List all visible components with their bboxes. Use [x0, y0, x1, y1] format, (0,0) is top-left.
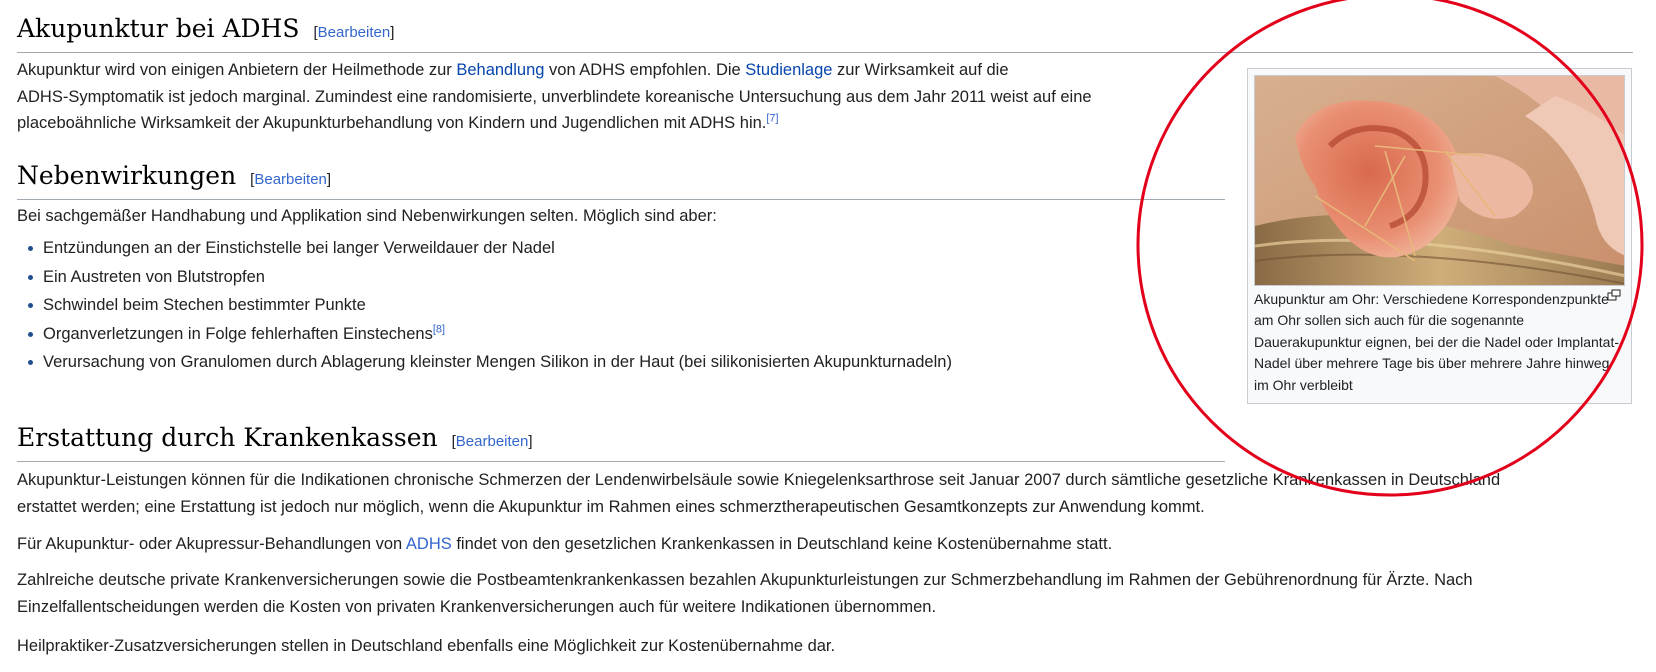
- adhs-paragraph: Akupunktur wird von einigen Anbietern de…: [17, 57, 1092, 137]
- list-item: Organverletzungen in Folge fehlerhaften …: [17, 320, 952, 349]
- edit-section-link: [Bearbeiten]: [451, 433, 533, 450]
- erstattung-paragraph-1: Akupunktur-Leistungen können für die Ind…: [17, 467, 1500, 520]
- list-item: Ein Austreten von Blutstropfen: [17, 263, 952, 292]
- text-line: Akupunktur-Leistungen können für die Ind…: [17, 471, 1501, 489]
- list-item-text: Entzündungen an der Einstichstelle bei l…: [43, 239, 555, 257]
- text-span: findet von den gesetzlichen Krankenkasse…: [451, 535, 1113, 553]
- section-heading-erstattung: Erstattung durch Krankenkassen [Bearbeite…: [17, 421, 1225, 462]
- ear-acupuncture-image[interactable]: [1254, 75, 1625, 286]
- edit-section-link: [Bearbeiten]: [250, 171, 332, 188]
- nebenwirkungen-intro: Bei sachgemäßer Handhabung und Applikati…: [17, 207, 717, 225]
- ear-acupuncture-illustration: [1255, 76, 1624, 285]
- edit-section-link: [Bearbeiten]: [313, 24, 395, 41]
- section-heading-akupunktur-adhs: Akupunktur bei ADHS [Bearbeiten]: [17, 12, 1633, 53]
- list-item-text: Schwindel beim Stechen bestimmter Punkte: [43, 296, 366, 315]
- edit-link[interactable]: Bearbeiten: [254, 171, 327, 188]
- text-span: Akupunktur wird von einigen Anbietern de…: [17, 61, 457, 79]
- text-line: ADHS-Symptomatik ist jedoch marginal. Zu…: [17, 87, 1092, 106]
- text-line: erstattet werden; eine Erstattung ist je…: [17, 497, 1205, 516]
- section-heading-nebenwirkungen: Nebenwirkungen [Bearbeiten]: [17, 159, 1225, 200]
- list-item-text: Verursachung von Granulomen durch Ablage…: [43, 353, 952, 372]
- thumbnail-caption: Akupunktur am Ohr: Verschiedene Korrespo…: [1254, 291, 1620, 393]
- text-span: von ADHS empfohlen. Die: [544, 61, 746, 79]
- text-span: placeboähnliche Wirksamkeit der Akupunkt…: [17, 114, 767, 132]
- image-thumbnail: Akupunktur am Ohr: Verschiedene Korrespo…: [1247, 68, 1632, 404]
- reference-link-7[interactable]: [7]: [766, 113, 778, 125]
- bullet-icon: [28, 274, 33, 280]
- text-line: Zahlreiche deutsche private Krankenversi…: [17, 571, 1473, 589]
- list-item: Schwindel beim Stechen bestimmter Punkte: [17, 291, 952, 320]
- list-item: Verursachung von Granulomen durch Ablage…: [17, 348, 952, 377]
- bullet-icon: [28, 360, 33, 366]
- bullet-icon: [28, 331, 33, 337]
- text-line: Einzelfallentscheidungen werden die Kost…: [17, 597, 937, 616]
- bullet-icon: [28, 303, 33, 309]
- text-span: Für Akupunktur- oder Akupressur-Behandlu…: [17, 535, 406, 553]
- edit-link[interactable]: Bearbeiten: [318, 24, 391, 41]
- side-effects-list: Entzündungen an der Einstichstelle bei l…: [17, 234, 952, 377]
- text-span: zur Wirksamkeit auf die: [832, 61, 1009, 79]
- erstattung-paragraph-4: Heilpraktiker-Zusatzversicherungen stell…: [17, 637, 836, 655]
- link-adhs[interactable]: ADHS: [406, 535, 452, 553]
- list-item-text: Ein Austreten von Blutstropfen: [43, 267, 265, 286]
- erstattung-paragraph-3: Zahlreiche deutsche private Krankenversi…: [17, 567, 1473, 620]
- reference-link-8[interactable]: [8]: [433, 323, 445, 335]
- list-item: Entzündungen an der Einstichstelle bei l…: [17, 234, 952, 263]
- edit-link[interactable]: Bearbeiten: [456, 433, 529, 450]
- section-heading-text: Erstattung durch Krankenkassen: [17, 423, 438, 452]
- section-heading-text: Akupunktur bei ADHS: [17, 14, 300, 43]
- bullet-icon: [28, 246, 33, 251]
- magnify-clip-icon[interactable]: [1607, 289, 1621, 301]
- section-heading-text: Nebenwirkungen: [17, 161, 237, 190]
- link-studienlage[interactable]: Studienlage: [745, 61, 832, 79]
- link-behandlung[interactable]: Behandlung: [456, 61, 544, 79]
- list-item-text: Organverletzungen in Folge fehlerhaften …: [43, 324, 433, 343]
- erstattung-paragraph-2: Für Akupunktur- oder Akupressur-Behandlu…: [17, 531, 1112, 558]
